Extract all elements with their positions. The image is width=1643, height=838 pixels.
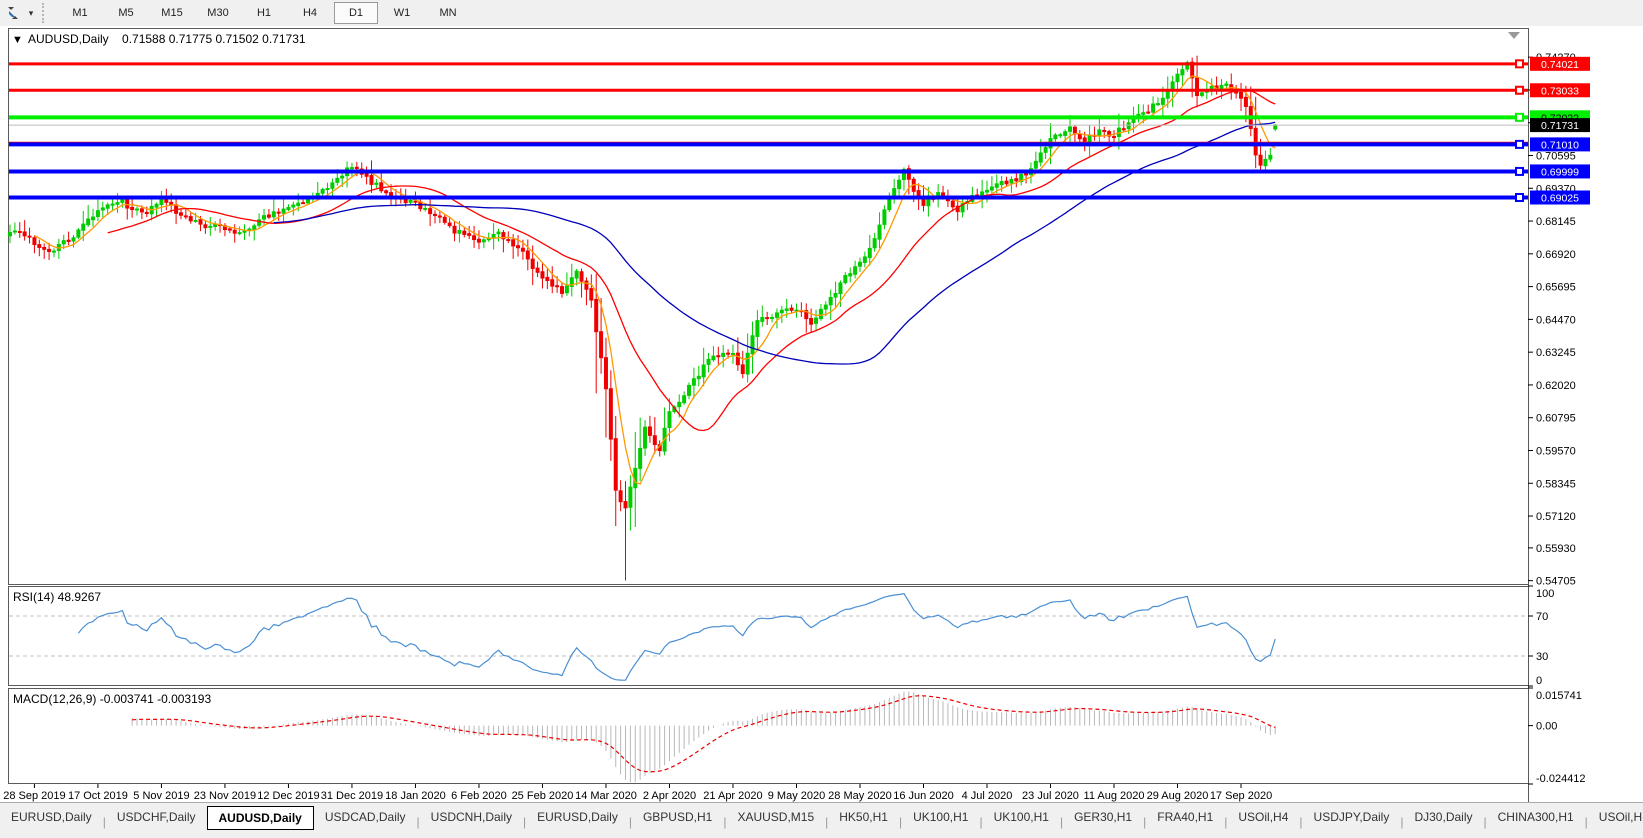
tab-gbpusd-h1[interactable]: GBPUSD,H1: [632, 806, 723, 828]
price-tick: 0.64470: [1536, 314, 1576, 326]
date-tick: 16 Jun 2020: [893, 790, 954, 802]
price-tick: 0.68145: [1536, 216, 1576, 228]
price-tick: 0.54705: [1536, 576, 1576, 588]
svg-text:-0.024412: -0.024412: [1536, 773, 1586, 785]
date-tick: 18 Jan 2020: [385, 790, 446, 802]
date-tick: 23 Jul 2020: [1022, 790, 1079, 802]
price-tick: 0.62020: [1536, 380, 1576, 392]
tab-dj30-daily[interactable]: DJ30,Daily: [1403, 806, 1483, 828]
date-tick: 28 May 2020: [828, 790, 892, 802]
tab-usdcnh-daily[interactable]: USDCNH,Daily: [420, 806, 523, 828]
svg-text:70: 70: [1536, 611, 1548, 623]
svg-text:0.71731: 0.71731: [1541, 120, 1579, 132]
tab-usdjpy-daily[interactable]: USDJPY,Daily: [1303, 806, 1401, 828]
svg-text:0: 0: [1536, 675, 1542, 687]
date-tick: 6 Feb 2020: [451, 790, 507, 802]
date-tick: 25 Feb 2020: [512, 790, 574, 802]
svg-text:0.69025: 0.69025: [1541, 193, 1579, 205]
timeframe-buttons: M1 M5 M15 M30 H1 H4 D1 W1 MN: [57, 2, 471, 24]
chart-title: AUDUSD,Daily 0.71588 0.71775 0.71502 0.7…: [28, 32, 306, 46]
date-tick: 17 Oct 2019: [68, 790, 128, 802]
toolbar-dropdown-caret[interactable]: ▾: [24, 4, 38, 22]
date-tick: 21 Apr 2020: [703, 790, 762, 802]
svg-text:0.015741: 0.015741: [1536, 690, 1582, 702]
price-tick: 0.70595: [1536, 150, 1576, 162]
rsi-label: RSI(14) 48.9267: [13, 590, 101, 604]
price-tick: 0.58345: [1536, 478, 1576, 490]
tab-usdcad-daily[interactable]: USDCAD,Daily: [314, 806, 417, 828]
price-tick: 0.63245: [1536, 347, 1576, 359]
date-tick: 17 Sep 2020: [1210, 790, 1272, 802]
svg-text:0.74021: 0.74021: [1541, 59, 1579, 71]
svg-text:0.73033: 0.73033: [1541, 85, 1579, 97]
chart-title-dropdown-icon[interactable]: ▼: [12, 34, 23, 46]
tab-hk50-h1[interactable]: HK50,H1: [828, 806, 899, 828]
timeframe-mn[interactable]: MN: [426, 2, 470, 24]
tab-eurusd-daily[interactable]: EURUSD,Daily: [0, 806, 103, 828]
price-tick: 0.57120: [1536, 511, 1576, 523]
timeframe-m30[interactable]: M30: [196, 2, 240, 24]
date-tick: 29 Aug 2020: [1147, 790, 1209, 802]
date-tick: 23 Nov 2019: [194, 790, 256, 802]
macd-pane: [8, 688, 1529, 784]
date-tick: 31 Dec 2019: [321, 790, 383, 802]
date-tick: 4 Jul 2020: [962, 790, 1013, 802]
tab-xauusd-m15[interactable]: XAUUSD,M15: [726, 806, 825, 828]
date-tick: 14 Mar 2020: [575, 790, 637, 802]
timeframe-h4[interactable]: H4: [288, 2, 332, 24]
chart-title-symbol: AUDUSD,Daily: [28, 32, 109, 46]
timeframe-m15[interactable]: M15: [150, 2, 194, 24]
price-tick: 0.55930: [1536, 543, 1576, 555]
rsi-pane: [8, 586, 1529, 686]
timeframe-h1[interactable]: H1: [242, 2, 286, 24]
price-tick: 0.60795: [1536, 413, 1576, 425]
tab-eurusd-daily[interactable]: EURUSD,Daily: [526, 806, 629, 828]
svg-text:0.69999: 0.69999: [1541, 166, 1579, 178]
date-tick: 11 Aug 2020: [1084, 790, 1145, 802]
price-tick: 0.65695: [1536, 282, 1576, 294]
tab-ger30-h1[interactable]: GER30,H1: [1063, 806, 1143, 828]
timeframe-m5[interactable]: M5: [104, 2, 148, 24]
chart-title-ohlc: 0.71588 0.71775 0.71502 0.71731: [122, 32, 306, 46]
chart-area: 0.742700.730450.718200.705950.693700.681…: [0, 26, 1643, 802]
tab-uk100-h1[interactable]: UK100,H1: [902, 806, 979, 828]
tab-usoil-h[interactable]: USOil,H: [1588, 806, 1643, 828]
tab-usdchf-daily[interactable]: USDCHF,Daily: [106, 806, 207, 828]
date-tick: 12 Dec 2019: [257, 790, 319, 802]
timeframe-toolbar: ▾ M1 M5 M15 M30 H1 H4 D1 W1 MN: [0, 0, 1643, 27]
chart-arrows-icon[interactable]: [4, 4, 24, 22]
svg-text:100: 100: [1536, 588, 1554, 600]
timeframe-m1[interactable]: M1: [58, 2, 102, 24]
timeframe-w1[interactable]: W1: [380, 2, 424, 24]
timeframe-d1[interactable]: D1: [334, 2, 378, 24]
date-tick: 2 Apr 2020: [643, 790, 696, 802]
mt4-window: ▾ M1M5M15M30H1H4D1W1MN 0.742700.730450.7…: [0, 0, 1643, 838]
price-tick: 0.59570: [1536, 445, 1576, 457]
svg-text:0.00: 0.00: [1536, 721, 1557, 733]
tab-audusd-daily[interactable]: AUDUSD,Daily: [206, 806, 314, 830]
svg-text:30: 30: [1536, 651, 1548, 663]
tab-usoil-h4[interactable]: USOil,H4: [1227, 806, 1299, 828]
date-tick: 28 Sep 2019: [3, 790, 65, 802]
macd-label: MACD(12,26,9) -0.003741 -0.003193: [13, 692, 211, 706]
svg-text:0.71010: 0.71010: [1541, 139, 1579, 151]
date-tick: 9 May 2020: [768, 790, 825, 802]
tab-fra40-h1[interactable]: FRA40,H1: [1146, 806, 1224, 828]
tab-china300-h1[interactable]: CHINA300,H1: [1487, 806, 1585, 828]
price-pane: [8, 28, 1529, 585]
date-tick: 5 Nov 2019: [133, 790, 189, 802]
price-tick: 0.66920: [1536, 249, 1576, 261]
chart-tabs-bar: EURUSD,Daily | USDCHF,Daily AUDUSD,Daily USD…: [0, 802, 1643, 838]
chart-arrows-icon-svg: [8, 7, 18, 19]
tab-uk100-h1[interactable]: UK100,H1: [983, 806, 1060, 828]
toolbar-grip[interactable]: [42, 3, 51, 23]
